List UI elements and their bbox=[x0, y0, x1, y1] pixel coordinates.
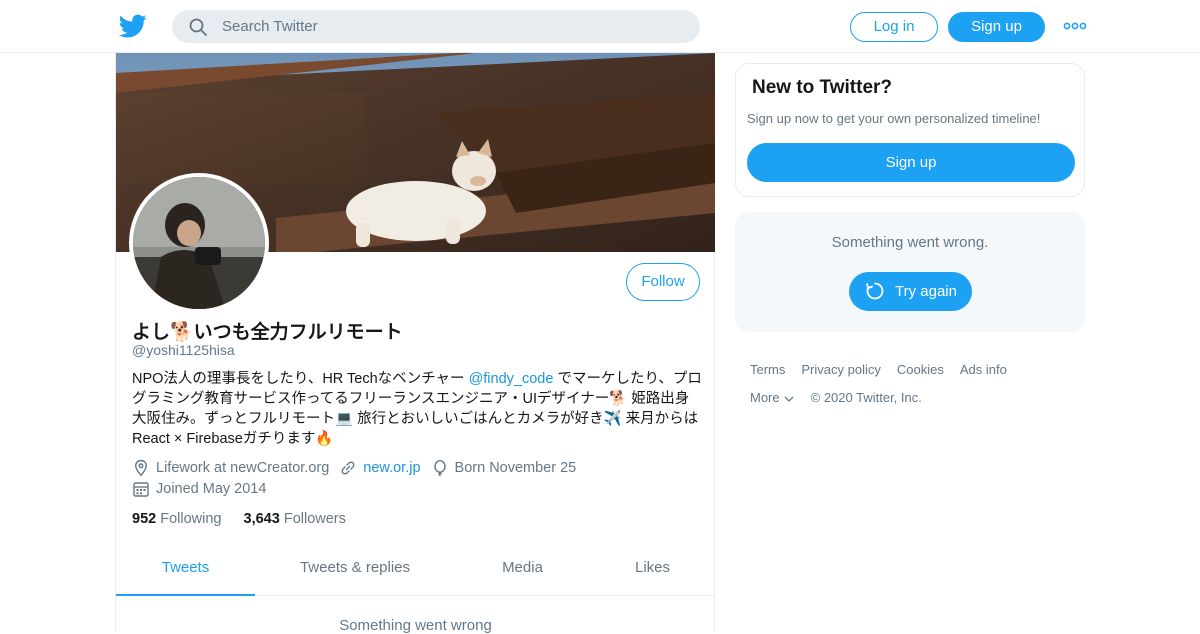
search-icon bbox=[189, 18, 207, 36]
tab-media[interactable]: Media bbox=[455, 542, 590, 596]
footer-copyright: © 2020 Twitter, Inc. bbox=[810, 390, 922, 405]
sidebar-signup-button[interactable]: Sign up bbox=[747, 143, 1075, 182]
profile-meta-row: Lifework at newCreator.org new.or.jp Bor… bbox=[132, 459, 576, 477]
following-label: Following bbox=[160, 511, 222, 527]
followers-label: Followers bbox=[283, 511, 346, 527]
bio-mention-link[interactable]: @findy_code bbox=[469, 371, 554, 387]
profile-joined: Joined May 2014 bbox=[156, 481, 267, 497]
login-button[interactable]: Log in bbox=[850, 12, 938, 42]
calendar-icon bbox=[133, 482, 149, 497]
feed-error-message: Something went wrong bbox=[339, 617, 492, 634]
following-link[interactable]: 952 Following bbox=[132, 511, 221, 527]
profile-avatar[interactable] bbox=[129, 173, 269, 313]
footer-ads-link[interactable]: Ads info bbox=[960, 362, 1007, 377]
search-bar bbox=[172, 10, 700, 43]
top-bar: Log in Sign up bbox=[0, 0, 1200, 53]
more-dots-icon[interactable] bbox=[1063, 19, 1087, 33]
profile-handle: @yoshi1125hisa bbox=[132, 342, 235, 358]
followers-link[interactable]: 3,643 Followers bbox=[244, 511, 346, 527]
sidebar-error-message: Something went wrong. bbox=[831, 234, 989, 251]
footer-terms-link[interactable]: Terms bbox=[750, 362, 785, 377]
new-to-twitter-card: New to Twitter? Sign up now to get your … bbox=[735, 63, 1085, 197]
chevron-down-icon bbox=[784, 396, 794, 402]
profile-birthday: Born November 25 bbox=[454, 460, 577, 476]
footer-cookies-link[interactable]: Cookies bbox=[897, 362, 944, 377]
try-again-label: Try again bbox=[895, 283, 957, 300]
location-icon bbox=[134, 459, 148, 477]
followers-count: 3,643 bbox=[243, 511, 280, 527]
search-input[interactable] bbox=[222, 10, 682, 43]
new-to-twitter-title: New to Twitter? bbox=[752, 77, 893, 98]
try-again-button[interactable]: Try again bbox=[849, 272, 972, 311]
follow-button[interactable]: Follow bbox=[626, 263, 700, 301]
tab-tweets[interactable]: Tweets bbox=[116, 542, 255, 596]
signup-button[interactable]: Sign up bbox=[948, 12, 1045, 42]
balloon-icon bbox=[433, 459, 446, 477]
following-count: 952 bbox=[132, 511, 157, 527]
tab-tweets-replies[interactable]: Tweets & replies bbox=[255, 542, 455, 596]
profile-website-link[interactable]: new.or.jp bbox=[363, 460, 420, 476]
footer-more-button[interactable]: More bbox=[750, 390, 795, 405]
refresh-icon bbox=[866, 282, 884, 300]
sidebar-error-panel: Something went wrong. Try again bbox=[735, 212, 1085, 332]
footer-links: Terms Privacy policy Cookies Ads info Mo… bbox=[750, 362, 1080, 418]
profile-tabs: Tweets Tweets & replies Media Likes bbox=[116, 542, 715, 596]
profile-column: Follow よし🐕いつも全力フルリモート @yoshi1125hisa NPO… bbox=[115, 53, 715, 634]
profile-meta-row: Joined May 2014 bbox=[132, 480, 266, 498]
bio-text: NPO法人の理事長をしたり、HR Techなベンチャー bbox=[132, 371, 469, 387]
new-to-twitter-text: Sign up now to get your own personalized… bbox=[747, 111, 1041, 126]
profile-stats: 952 Following 3,643 Followers bbox=[132, 511, 346, 527]
footer-more-label: More bbox=[750, 390, 780, 405]
profile-bio: NPO法人の理事長をしたり、HR Techなベンチャー @findy_code … bbox=[132, 369, 702, 449]
twitter-bird-icon[interactable] bbox=[119, 12, 147, 40]
tab-likes[interactable]: Likes bbox=[590, 542, 715, 596]
footer-privacy-link[interactable]: Privacy policy bbox=[801, 362, 880, 377]
link-icon bbox=[341, 461, 355, 475]
profile-location: Lifework at newCreator.org bbox=[156, 460, 330, 476]
profile-name: よし🐕いつも全力フルリモート bbox=[132, 322, 403, 343]
